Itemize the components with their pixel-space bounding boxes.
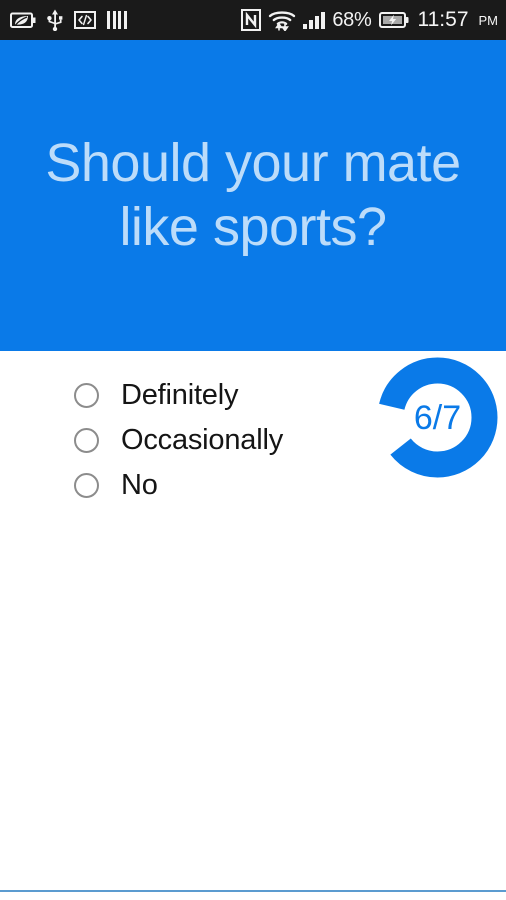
- battery-percent-label: 68%: [332, 8, 372, 31]
- vertical-bars-icon: [107, 11, 127, 29]
- question-text: Should your mate like sports?: [45, 133, 461, 257]
- usb-icon: [47, 9, 63, 31]
- clock-label: 11:57: [417, 8, 469, 31]
- bottom-divider: [0, 890, 506, 892]
- wifi-icon: [269, 11, 296, 31]
- radio-button-icon[interactable]: [74, 383, 99, 408]
- nfc-icon: [241, 9, 262, 31]
- answer-options-list: Definitely Occasionally No: [74, 373, 283, 508]
- clock-period-label: PM: [478, 12, 499, 28]
- answer-option-2[interactable]: No: [74, 463, 283, 508]
- status-bar-left-icons: [10, 9, 127, 31]
- radio-button-icon[interactable]: [74, 473, 99, 498]
- radio-button-icon[interactable]: [74, 428, 99, 453]
- answer-option-0[interactable]: Definitely: [74, 373, 283, 418]
- battery-charging-icon: [378, 12, 408, 28]
- status-bar: 68% 11:57 PM: [0, 0, 506, 40]
- question-header: Should your mate like sports?: [0, 40, 506, 351]
- developer-options-icon: [74, 11, 96, 29]
- answer-option-label: No: [121, 469, 158, 501]
- status-bar-right-icons: 68% 11:57 PM: [241, 8, 498, 32]
- eco-battery-saver-icon: [10, 12, 36, 28]
- quiz-screen: 68% 11:57 PM Should your mate like sport…: [0, 0, 506, 900]
- answer-option-label: Definitely: [121, 379, 239, 411]
- progress-label: 6/7: [414, 399, 461, 437]
- answers-panel: Definitely Occasionally No 6/7: [0, 351, 506, 900]
- progress-ring: 6/7: [369, 351, 506, 488]
- cellular-signal-icon: [303, 11, 326, 29]
- answer-option-1[interactable]: Occasionally: [74, 418, 283, 463]
- answer-option-label: Occasionally: [121, 424, 283, 456]
